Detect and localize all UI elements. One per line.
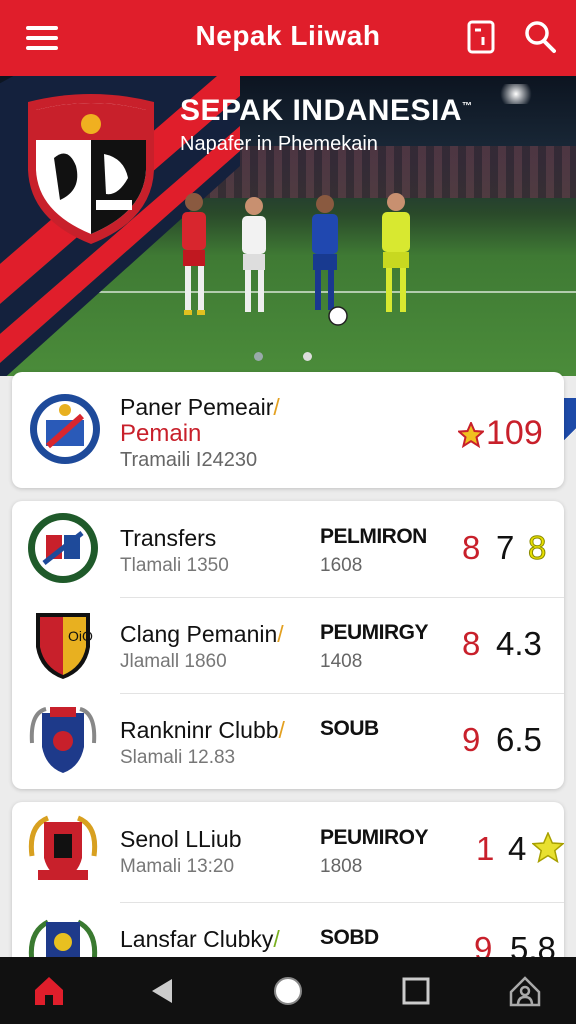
club-crest-logo — [28, 94, 154, 244]
svg-text:OiO: OiO — [68, 628, 93, 644]
club-badge: OiO — [36, 613, 93, 679]
club-meta: Mamali 13:20 — [120, 856, 235, 877]
club-name: Lansfar Clubky/ — [120, 926, 280, 952]
club-code: PEUMIRGY — [320, 621, 429, 644]
stat-primary: 8 — [462, 529, 481, 566]
hero-title: SEPAK INDANESIA™ — [180, 94, 473, 127]
club-meta: Jlamall 1860 — [120, 651, 227, 672]
club-list-card: Transfers Tlamali 1350 PELMIRON 1608 8 7… — [12, 501, 564, 789]
club-number: 1608 — [320, 555, 363, 576]
star-icon — [532, 832, 564, 864]
profile-icon[interactable] — [508, 974, 542, 1008]
carousel-dot[interactable] — [254, 352, 263, 361]
list-item[interactable]: Rankninr Clubb/ Slamali 12.83 SOUB 9 6.5 — [12, 693, 564, 789]
featured-title: Paner Pemeair/ — [120, 394, 280, 420]
club-code: SOUB — [320, 717, 379, 740]
stat-primary: 9 — [462, 721, 481, 758]
club-name: Transfers — [120, 525, 217, 551]
featured-subtitle: Pemain — [120, 420, 202, 447]
stat-secondary: 6.5 — [496, 721, 542, 758]
search-icon[interactable] — [524, 20, 556, 54]
document-icon[interactable] — [466, 20, 496, 54]
club-meta: Tlamali 1350 — [120, 555, 229, 576]
club-name: Senol LLiub — [120, 826, 242, 852]
bottom-navigation-bar — [0, 957, 576, 1024]
club-list-card: Senol LLiub Mamali 13:20 PEUMIROY 1808 1… — [12, 802, 564, 980]
featured-meta: Tramaili I24230 — [120, 449, 258, 471]
club-number: 1408 — [320, 651, 363, 672]
hero-banner[interactable]: SEPAK INDANESIA™ Napafer in Phemekain — [0, 76, 576, 376]
carousel-indicator[interactable] — [254, 348, 352, 366]
stat-secondary: 4.3 — [496, 625, 542, 662]
club-name: Rankninr Clubb/ — [120, 717, 285, 743]
players-illustration — [182, 193, 410, 326]
club-meta: Slamali 12.83 — [120, 747, 236, 768]
home-icon[interactable] — [32, 974, 66, 1008]
club-code: SOBD — [320, 926, 379, 949]
club-badge — [30, 394, 100, 464]
top-app-bar: Nepak Liiwah — [0, 0, 576, 76]
back-icon[interactable] — [146, 974, 180, 1008]
club-badge — [29, 707, 97, 773]
club-number: 1808 — [320, 856, 363, 877]
list-item[interactable]: OiO Clang Pemanin/ Jlamall 1860 PEUMIRGY… — [12, 597, 564, 693]
club-badge — [28, 815, 98, 880]
accent-stripe — [562, 398, 576, 458]
stat-secondary: 4 — [508, 830, 527, 867]
floodlight — [496, 84, 536, 104]
stat-secondary: 7 — [496, 529, 515, 566]
star-icon — [458, 422, 484, 448]
club-name: Clang Pemanin/ — [120, 621, 284, 647]
stat-primary: 1 — [476, 830, 495, 867]
list-item[interactable]: Transfers Tlamali 1350 PELMIRON 1608 8 7… — [12, 501, 564, 597]
club-code: PEUMIROY — [320, 826, 429, 849]
list-item[interactable]: Senol LLiub Mamali 13:20 PEUMIROY 1808 1… — [12, 802, 564, 898]
stat-primary: 8 — [462, 625, 481, 662]
featured-card[interactable]: Paner Pemeair/ Pemain Tramaili I24230 10… — [12, 372, 564, 488]
recents-icon[interactable] — [399, 974, 433, 1008]
hero-subtitle: Napafer in Phemekain — [180, 133, 378, 155]
circle-home-icon[interactable] — [271, 974, 305, 1008]
featured-score: 109 — [486, 414, 543, 452]
stat-tertiary: 8 — [527, 529, 547, 567]
club-code: PELMIRON — [320, 525, 427, 548]
carousel-dot-active[interactable] — [303, 352, 312, 361]
club-badge — [28, 513, 98, 583]
